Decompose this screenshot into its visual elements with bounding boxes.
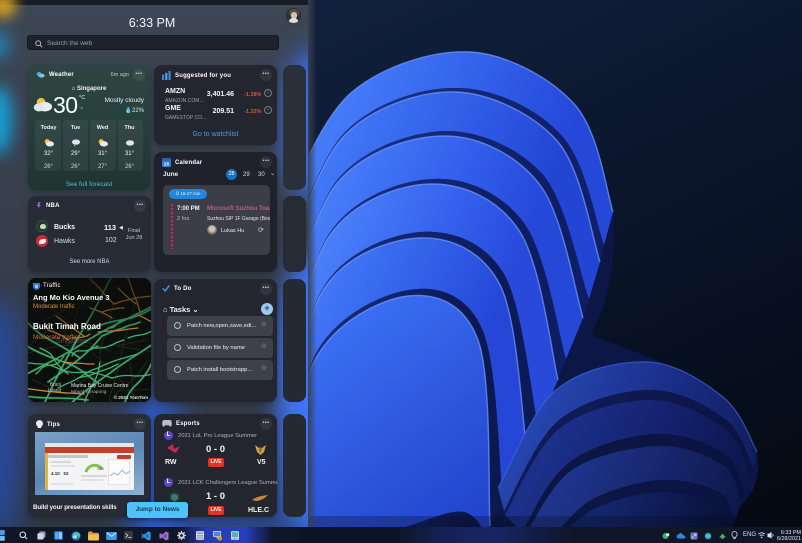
svg-text:28: 28 (164, 161, 170, 166)
svg-text:8: 8 (35, 284, 38, 290)
svg-text:130: 130 (97, 466, 104, 471)
